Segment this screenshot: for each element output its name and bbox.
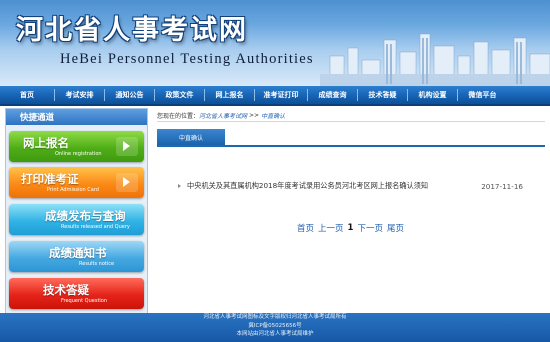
main-nav: 首页 考试安排 通知公告 政策文件 网上报名 准考证打印 成绩查询 技术答疑 机… [0,86,550,106]
article-date: 2017-11-16 [481,181,523,191]
site-title: 河北省人事考试网 [16,15,248,46]
print-admission-card-button[interactable]: 打印准考证 Print Admission Card [9,167,144,198]
button-label: 网上报名 [23,136,69,150]
pager-next[interactable]: 下一页 [357,222,383,234]
nav-exam-schedule[interactable]: 考试安排 [55,86,104,104]
breadcrumb-divider [157,121,545,122]
results-release-query-button[interactable]: 成绩发布与查询 Results released and Query [9,204,144,235]
arrow-right-icon [123,141,130,151]
nav-admission-print[interactable]: 准考证打印 [255,86,307,104]
nav-tech-support[interactable]: 技术答疑 [358,86,407,104]
pager-last[interactable]: 尾页 [387,222,404,234]
nav-policy-docs[interactable]: 政策文件 [155,86,204,104]
footer-copyright: 河北省人事考试网图标及文字版权归河北省人事考试局所有 [203,314,347,320]
site-subtitle: HeBei Personnel Testing Authorities [60,51,314,67]
quick-access-sidebar: 快捷通道 网上报名 Online registration 打印准考证 Prin… [5,108,148,314]
nav-notices[interactable]: 通知公告 [105,86,154,104]
site-footer: 河北省人事考试网图标及文字版权归河北省人事考试局所有 冀ICP备05025656… [0,313,550,342]
pagination: 首页 上一页 1 下一页 尾页 [297,222,408,234]
pager-current-page: 1 [347,223,354,233]
pager-prev[interactable]: 上一页 [318,222,344,234]
button-label: 技术答疑 [43,283,89,297]
nav-score-query[interactable]: 成绩查询 [308,86,357,104]
button-label: 成绩发布与查询 [45,209,126,223]
breadcrumb-home-link[interactable]: 河北省人事考试网 [199,111,247,120]
header-banner: 河北省人事考试网 HeBei Personnel Testing Authori… [0,0,550,86]
pager-first[interactable]: 首页 [297,222,314,234]
city-skyline-image [320,33,550,86]
footer-icp: 冀ICP备05025656号 [248,322,302,329]
article-list-item: 中央机关及其直属机构2018年度考试录用公务员河北考区网上报名确认须知 2017… [178,180,523,192]
breadcrumb-separator: >> [249,111,260,119]
breadcrumb-current: 中直确认 [261,112,286,120]
button-sublabel: Print Admission Card [47,187,99,193]
sidebar-title: 快捷通道 [6,109,147,125]
arrow-right-icon [123,177,130,187]
nav-wechat[interactable]: 微信平台 [458,86,507,104]
button-sublabel: Results notice [79,261,115,267]
button-label: 成绩通知书 [49,246,107,260]
article-title-link[interactable]: 中央机关及其直属机构2018年度考试录用公务员河北考区网上报名确认须知 [187,181,473,191]
button-sublabel: Results released and Query [61,224,130,230]
results-notice-button[interactable]: 成绩通知书 Results notice [9,241,144,272]
button-sublabel: Online registration [55,151,102,157]
tech-faq-button[interactable]: 技术答疑 Frequent Question [9,278,144,309]
bullet-icon [178,184,181,188]
breadcrumb-prefix: 您现在的位置： [157,112,200,120]
button-label: 打印准考证 [21,172,79,186]
nav-organization[interactable]: 机构设置 [408,86,457,104]
breadcrumb: 您现在的位置： 河北省人事考试网 >> 中直确认 [157,109,285,121]
section-tab-bar: 中直确认 [157,129,545,147]
footer-maintainer: 本网站由河北省人事考试局维护 [236,331,314,337]
tab-central-confirmation[interactable]: 中直确认 [157,129,225,145]
online-registration-button[interactable]: 网上报名 Online registration [9,131,144,162]
button-sublabel: Frequent Question [61,298,108,304]
nav-home[interactable]: 首页 [0,86,54,104]
nav-online-registration[interactable]: 网上报名 [205,86,254,104]
